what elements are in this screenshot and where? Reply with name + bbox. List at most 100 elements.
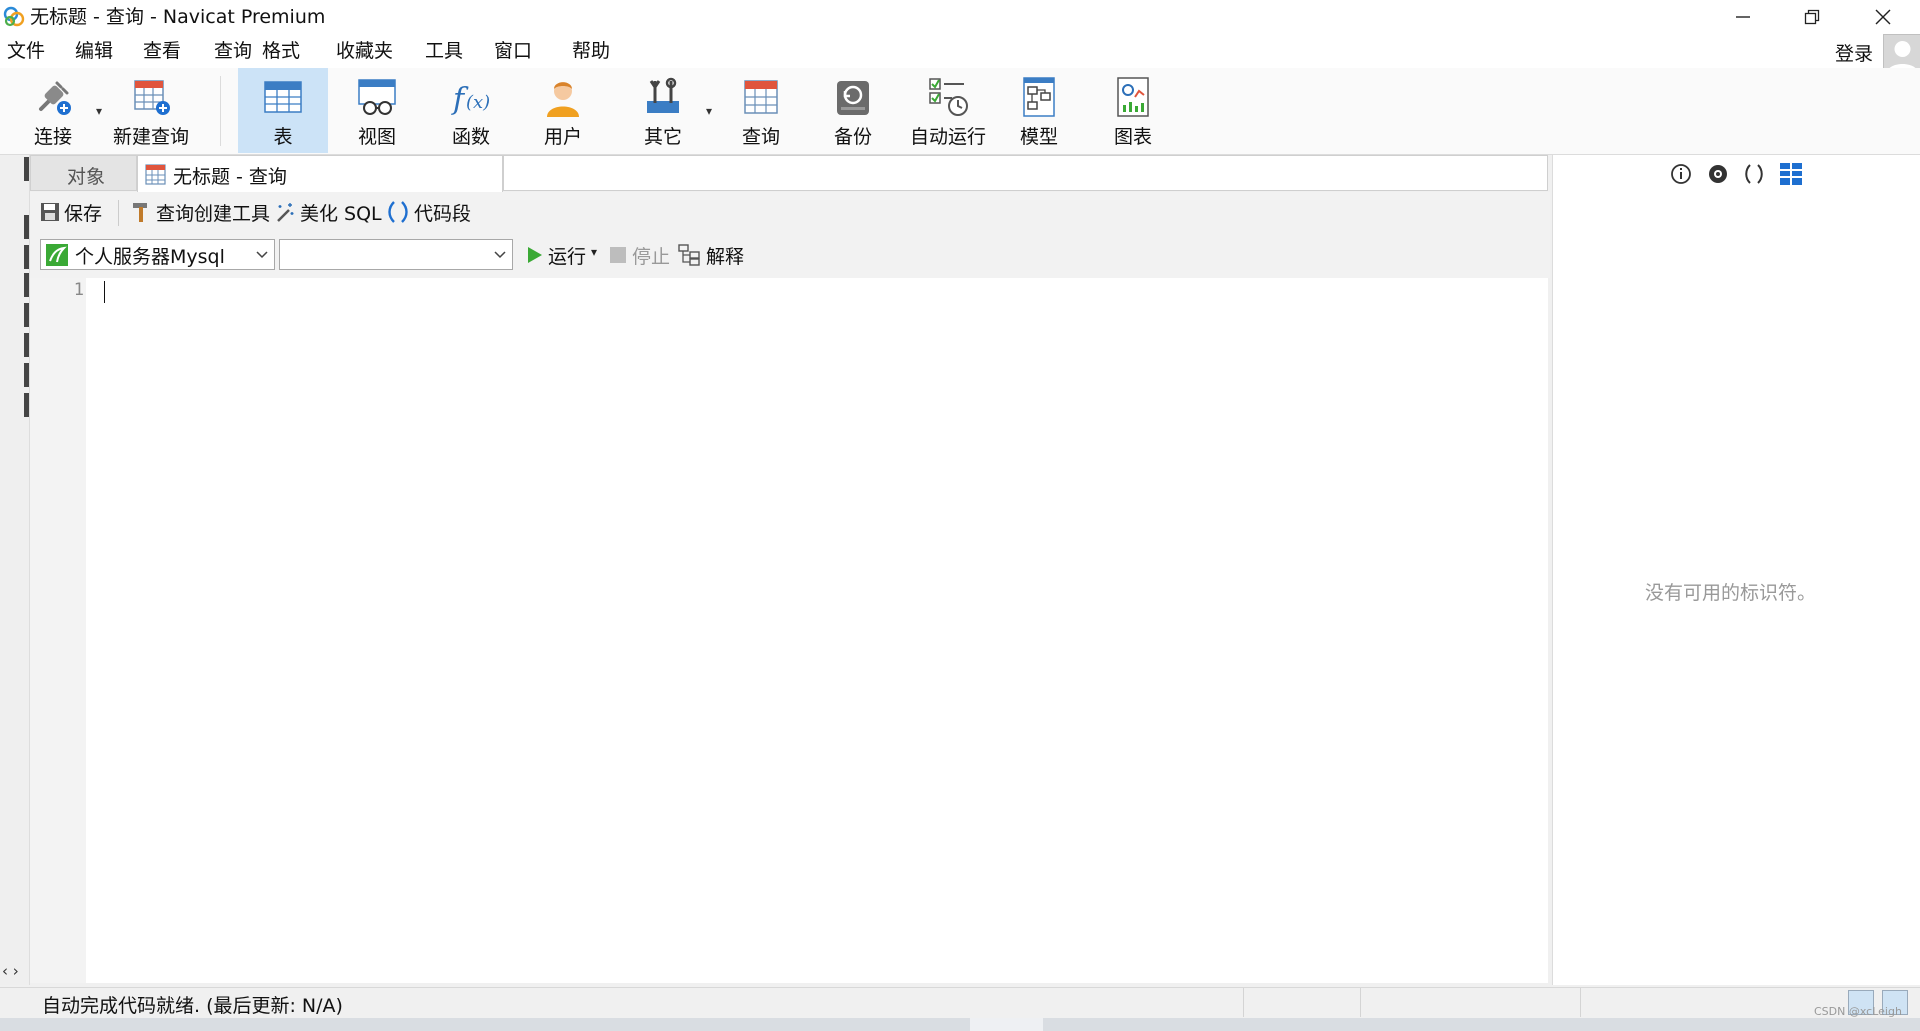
watermark-text: CSDN @xcLeigh: [1814, 1005, 1902, 1018]
tab-bar-empty-area: [503, 155, 1548, 191]
stop-icon: [610, 247, 626, 263]
chart-icon: [1117, 77, 1149, 117]
window-title: 无标题 - 查询 - Navicat Premium: [30, 6, 326, 28]
restore-button[interactable]: [1779, 0, 1845, 34]
menu-favorites[interactable]: 收藏夹: [336, 39, 393, 63]
svg-text:(x): (x): [466, 92, 490, 113]
info-icon[interactable]: [1669, 162, 1693, 186]
new-query-icon: [134, 80, 170, 115]
table-icon: [264, 81, 302, 113]
toolbar-connect-button[interactable]: 连接: [8, 68, 98, 153]
close-icon: [1875, 9, 1891, 25]
restore-icon: [1804, 9, 1820, 25]
toolbar-function-label: 函数: [451, 126, 490, 148]
toolbar-new-query-label: 新建查询: [112, 126, 189, 148]
toolbar-model-button[interactable]: 模型: [994, 68, 1084, 153]
toolbar-query-button[interactable]: 查询: [716, 68, 806, 153]
toolbar-others-label: 其它: [643, 126, 682, 148]
menu-edit[interactable]: 编辑: [75, 39, 113, 63]
function-icon: f (x): [451, 82, 490, 117]
tab-query[interactable]: 无标题 - 查询: [137, 155, 503, 192]
nav-pane-marker: [24, 157, 29, 181]
explain-label: 解释: [706, 245, 745, 268]
save-icon: [41, 203, 59, 221]
stop-button[interactable]: 停止: [608, 241, 670, 269]
run-button[interactable]: 运行: [524, 241, 586, 269]
toolbar-backup-label: 备份: [833, 126, 872, 148]
menu-help[interactable]: 帮助: [572, 39, 610, 63]
text-caret: [104, 281, 105, 303]
parentheses-icon[interactable]: [1742, 162, 1766, 186]
user-icon: [547, 82, 579, 117]
others-dropdown-arrow-icon[interactable]: ▾: [706, 104, 712, 118]
menu-format[interactable]: 格式: [262, 39, 300, 63]
nav-pane-marker: [24, 245, 29, 269]
auto-run-icon: [929, 78, 968, 116]
nav-pane-marker: [24, 303, 29, 327]
toolbar-auto-run-button[interactable]: 自动运行: [902, 68, 994, 153]
code-snippet-label: 代码段: [414, 202, 472, 225]
login-link[interactable]: 登录: [1835, 42, 1873, 66]
query-icon: [744, 80, 778, 114]
pane-scroll-arrows-icon[interactable]: ‹ ›: [2, 962, 19, 980]
minimize-button[interactable]: [1710, 0, 1776, 34]
database-select[interactable]: [279, 239, 513, 270]
explain-button[interactable]: 解释: [678, 241, 744, 269]
magic-wand-icon: [277, 203, 294, 222]
toolbar-user-button[interactable]: 用户: [518, 68, 608, 153]
close-button[interactable]: [1850, 0, 1916, 34]
connection-select[interactable]: 个人服务器Mysql: [40, 239, 275, 270]
code-snippet-icon: [388, 201, 408, 223]
toolbar-table-button[interactable]: 表: [238, 68, 328, 153]
menu-query[interactable]: 查询: [214, 39, 252, 63]
toolbar-user-label: 用户: [543, 126, 582, 148]
query-builder-button[interactable]: 查询创建工具: [130, 198, 270, 226]
tab-query-label: 无标题 - 查询: [173, 166, 287, 188]
hammer-icon: [133, 203, 147, 222]
status-separator: [1580, 988, 1581, 1017]
save-button[interactable]: 保存: [40, 198, 102, 226]
toolbar-chart-button[interactable]: 图表: [1088, 68, 1178, 153]
tab-objects[interactable]: 对象: [30, 155, 137, 191]
menu-view[interactable]: 查看: [143, 39, 181, 63]
toolbar-backup-button[interactable]: 备份: [808, 68, 898, 153]
toolbar-separator: [220, 76, 221, 146]
nav-pane-marker: [24, 215, 29, 239]
model-icon: [1023, 77, 1055, 117]
run-dropdown-arrow-icon[interactable]: ▾: [591, 245, 597, 259]
toolbar-view-label: 视图: [357, 126, 396, 148]
toolbar-others-button[interactable]: 其它: [618, 68, 708, 153]
chevron-down-icon: [494, 251, 506, 259]
menu-tools[interactable]: 工具: [425, 39, 463, 63]
taskbar-strip: [0, 1018, 1920, 1031]
toolbar-new-query-button[interactable]: 新建查询: [106, 68, 196, 153]
menu-window[interactable]: 窗口: [494, 39, 532, 63]
eye-icon[interactable]: [1706, 162, 1730, 186]
toolbar-table-label: 表: [273, 126, 293, 148]
menu-file[interactable]: 文件: [7, 39, 45, 63]
toolbar-chart-label: 图表: [1113, 126, 1152, 148]
nav-pane-marker: [24, 363, 29, 387]
line-number: 1: [73, 280, 84, 300]
code-snippet-button[interactable]: 代码段: [386, 198, 471, 226]
empty-identifier-message: 没有可用的标识符。: [1645, 582, 1817, 604]
beautify-sql-label: 美化 SQL: [300, 202, 382, 225]
toolbar-view-button[interactable]: 视图: [332, 68, 422, 153]
sql-editor[interactable]: [30, 278, 1548, 983]
connect-dropdown-arrow-icon[interactable]: ▾: [96, 104, 102, 118]
nav-pane-marker: [24, 333, 29, 357]
menu-bar: 文件 编辑 查看 查询 格式 收藏夹 工具 窗口 帮助 登录: [0, 34, 1920, 68]
tools-icon: [647, 77, 679, 113]
grid-layout-icon[interactable]: [1779, 162, 1803, 186]
toolbar-auto-run-label: 自动运行: [909, 126, 986, 148]
navigation-pane-collapsed[interactable]: [0, 155, 30, 985]
toolbar-connect-label: 连接: [33, 126, 72, 148]
plug-connect-icon: [39, 81, 71, 115]
navicat-logo-icon: [3, 6, 25, 27]
minimize-icon: [1736, 16, 1750, 18]
toolbar-function-button[interactable]: f (x) 函数: [426, 68, 516, 153]
query-tab-icon: [145, 164, 166, 185]
backup-icon: [837, 81, 869, 115]
beautify-sql-button[interactable]: 美化 SQL: [274, 198, 382, 226]
view-icon: [358, 79, 396, 115]
